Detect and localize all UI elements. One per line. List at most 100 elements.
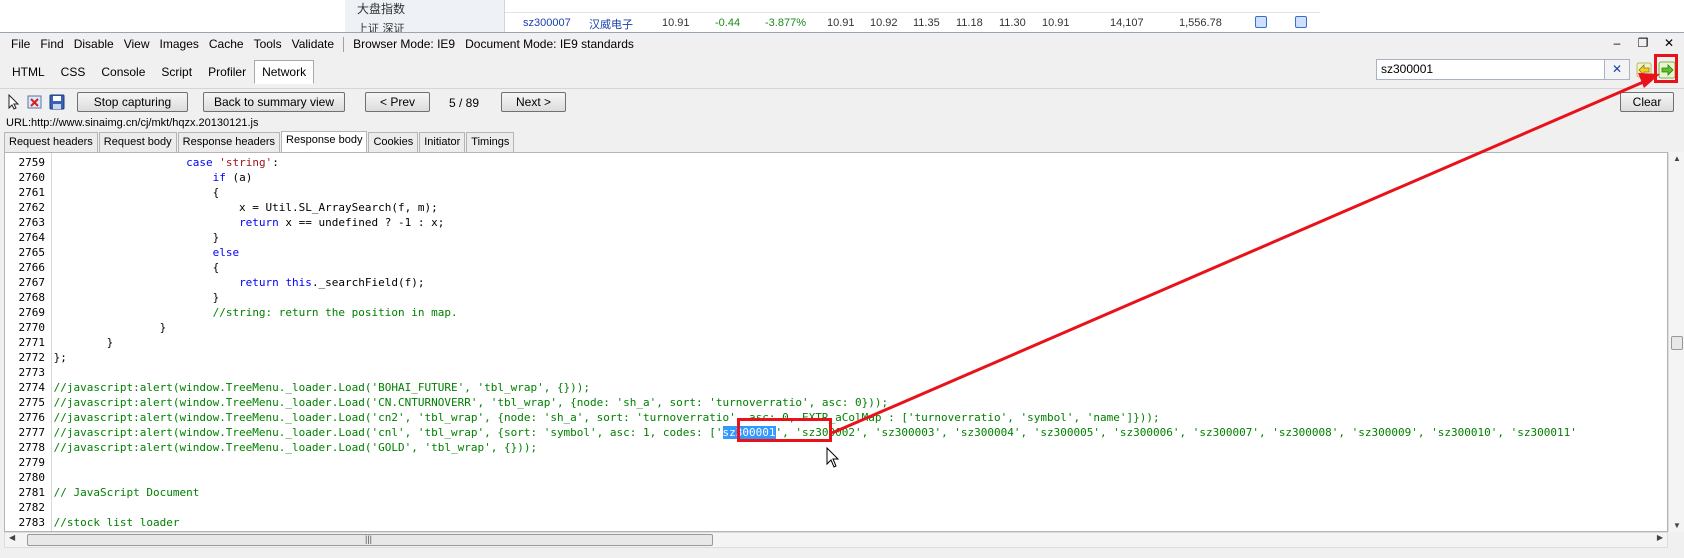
clear-button[interactable]: Clear [1620,92,1674,112]
search-clear-button[interactable]: ✕ [1604,59,1630,80]
background-cell: 1,556.78 [1179,17,1222,29]
background-label-markets[interactable]: 上证 深证 [357,20,405,32]
tab-request-headers[interactable]: Request headers [4,132,98,152]
code-line: 2773 [5,365,54,380]
code-token: //javascript:alert(window.TreeMenu._load… [53,426,723,439]
tab-profiler[interactable]: Profiler [200,60,254,84]
restore-button[interactable]: ❐ [1636,36,1650,50]
line-number: 2782 [18,501,46,514]
menu-disable[interactable]: Disable [69,37,119,51]
search-match-highlight: sz300001 [722,426,776,439]
code-line: 2779 [5,455,54,470]
select-element-cursor-icon[interactable] [6,94,22,110]
code-token: // JavaScript Document [53,486,200,499]
next-request-button[interactable]: Next > [501,92,566,112]
vertical-scroll-thumb[interactable] [1671,336,1683,350]
background-cell: -0.44 [715,17,741,29]
background-stock-name[interactable]: 汉威电子 [589,16,633,32]
background-cell: 10.91 [1042,17,1070,29]
save-icon[interactable] [49,94,65,110]
tab-network[interactable]: Network [254,60,315,84]
code-token: //javascript:alert(window.TreeMenu._load… [53,396,889,409]
code-token: } [53,291,220,304]
vertical-scrollbar[interactable]: ▲ ▼ [1668,152,1684,532]
background-cell: 10.92 [870,17,898,29]
close-button[interactable]: ✕ [1662,36,1676,50]
tab-console[interactable]: Console [93,60,153,84]
search-input[interactable]: sz300001 [1376,59,1605,80]
code-token: } [53,336,114,349]
prev-request-button[interactable]: < Prev [365,92,430,112]
background-label-index[interactable]: 大盘指数 [357,0,405,17]
menu-cache[interactable]: Cache [204,37,249,51]
menu-file[interactable]: File [6,37,35,51]
background-list-icon[interactable] [1295,16,1307,28]
scroll-left-arrow-icon[interactable]: ◀ [9,533,15,542]
code-token: return [239,276,279,289]
tab-request-body[interactable]: Request body [98,132,177,152]
tab-timings[interactable]: Timings [466,132,515,152]
clear-browser-cache-icon[interactable] [27,94,43,110]
code-line: 2778 //javascript:alert(window.TreeMenu.… [5,440,538,455]
code-line: 2772 }; [5,350,67,365]
line-number: 2761 [18,186,46,199]
stop-capturing-button[interactable]: Stop capturing [77,92,188,112]
next-match-icon[interactable] [1658,61,1676,79]
menu-view[interactable]: View [119,37,155,51]
code-line: 2771 } [5,335,114,350]
code-line: 2774 //javascript:alert(window.TreeMenu.… [5,380,591,395]
request-pager: 5 / 89 [449,96,480,110]
menu-find[interactable]: Find [35,37,68,51]
tab-css[interactable]: CSS [53,60,94,84]
code-token: //stock list loader [53,516,180,529]
minimize-button[interactable]: – [1610,36,1624,50]
tab-initiator[interactable]: Initiator [419,132,466,152]
menu-document-mode[interactable]: Document Mode: IE9 standards [460,37,639,51]
code-line: 2770 } [5,320,167,335]
tab-cookies[interactable]: Cookies [368,132,419,152]
scroll-grip-icon: ||| [365,534,373,544]
background-stock-row[interactable]: sz300007 汉威电子 10.91 -0.44 -3.877% 10.91 … [505,12,1320,32]
response-body-code-view[interactable]: 2759 case 'string': 2760 if (a) 2761 {2762… [4,152,1668,532]
tab-response-body[interactable]: Response body [281,131,368,152]
line-number: 2774 [18,381,46,394]
background-cell: 14,107 [1110,17,1144,29]
code-token: return [239,216,279,229]
scroll-right-arrow-icon[interactable]: ▶ [1657,533,1663,542]
code-line: 2765 else [5,245,240,260]
code-token: this [285,276,312,289]
background-chart-icon[interactable] [1255,16,1267,28]
code-line: 2783 //stock list loader [5,515,180,530]
line-number: 2775 [18,396,46,409]
line-number: 2771 [18,336,46,349]
line-number: 2781 [18,486,46,499]
code-line: 2763 return x == undefined ? -1 : x; [5,215,445,230]
line-number: 2780 [18,471,46,484]
menu-images[interactable]: Images [155,37,204,51]
previous-match-icon[interactable] [1636,62,1652,78]
line-number: 2763 [18,216,46,229]
line-number: 2773 [18,366,46,379]
menu-tools[interactable]: Tools [249,37,287,51]
tab-html[interactable]: HTML [4,60,53,84]
network-toolbar: Stop capturing Back to summary view < Pr… [0,88,1684,114]
devtools-menubar: File Find Disable View Images Cache Tool… [0,33,1684,55]
horizontal-scrollbar[interactable]: ◀ ||| ▶ [4,532,1668,548]
tab-script[interactable]: Script [153,60,200,84]
scroll-up-arrow-icon[interactable]: ▲ [1673,154,1681,163]
line-number: 2764 [18,231,46,244]
menu-browser-mode[interactable]: Browser Mode: IE9 [348,37,460,51]
back-to-summary-button[interactable]: Back to summary view [203,92,345,112]
background-page: 大盘指数 上证 深证 sz300007 汉威电子 10.91 -0.44 -3.… [0,0,1684,32]
background-stock-code[interactable]: sz300007 [523,17,571,29]
menu-validate[interactable]: Validate [287,37,339,51]
scroll-down-arrow-icon[interactable]: ▼ [1673,521,1681,530]
code-token: : [272,156,279,169]
code-token: //string: return the position in map. [212,306,458,319]
code-line: 2782 [5,500,54,515]
line-number: 2772 [18,351,46,364]
code-line: 2768 } [5,290,220,305]
tab-response-headers[interactable]: Response headers [177,132,281,152]
